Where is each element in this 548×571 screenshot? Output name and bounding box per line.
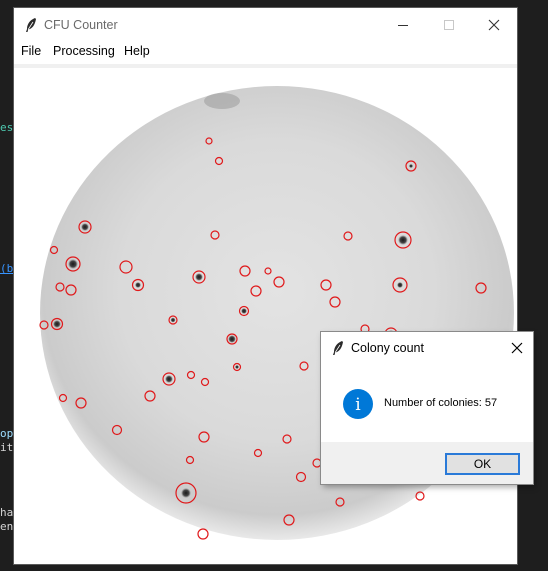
dialog-footer: OK: [321, 442, 533, 484]
maximize-icon: [444, 20, 454, 30]
colony-spot: [398, 235, 408, 245]
feather-icon: [26, 18, 36, 32]
dialog-close-button[interactable]: [501, 332, 533, 364]
feather-icon: [333, 341, 343, 355]
close-icon: [511, 342, 523, 354]
window-titlebar[interactable]: CFU Counter: [14, 8, 517, 42]
editor-code-fragment: es: [0, 121, 14, 134]
colony-count-dialog: Colony count i Number of colonies: 57 OK: [321, 332, 533, 484]
dialog-title: Colony count: [351, 341, 424, 355]
close-icon: [488, 19, 500, 31]
minimize-button[interactable]: [380, 8, 426, 42]
window-title: CFU Counter: [44, 18, 118, 32]
menu-bar: File Processing Help: [14, 42, 517, 68]
dialog-message: Number of colonies: 57: [384, 397, 498, 409]
colony-spot: [195, 273, 203, 281]
menu-help[interactable]: Help: [124, 44, 150, 58]
colony-spot: [135, 282, 141, 288]
colony-spot: [81, 223, 89, 231]
colony-spot: [409, 164, 413, 168]
menu-processing[interactable]: Processing: [53, 44, 115, 58]
info-glyph: i: [355, 395, 361, 415]
colony-marker: [197, 528, 209, 540]
maximize-button[interactable]: [426, 8, 472, 42]
colony-spot: [53, 320, 61, 328]
colony-spot: [68, 259, 78, 269]
colony-spot: [181, 488, 191, 498]
colony-spot: [165, 375, 173, 383]
dialog-titlebar[interactable]: Colony count: [321, 332, 533, 364]
colony-spot: [235, 365, 239, 369]
petri-dish-image: [39, 86, 514, 540]
colony-spot: [241, 308, 247, 314]
close-button[interactable]: [471, 8, 517, 42]
colony-spot: [397, 282, 403, 288]
info-icon: i: [343, 389, 373, 419]
menu-file[interactable]: File: [21, 44, 41, 58]
colony-spot: [170, 317, 176, 323]
dialog-body: i Number of colonies: 57: [321, 364, 533, 442]
minimize-icon: [398, 25, 408, 26]
image-canvas[interactable]: [14, 68, 517, 564]
ok-button[interactable]: OK: [445, 453, 520, 475]
colony-spot: [228, 335, 236, 343]
